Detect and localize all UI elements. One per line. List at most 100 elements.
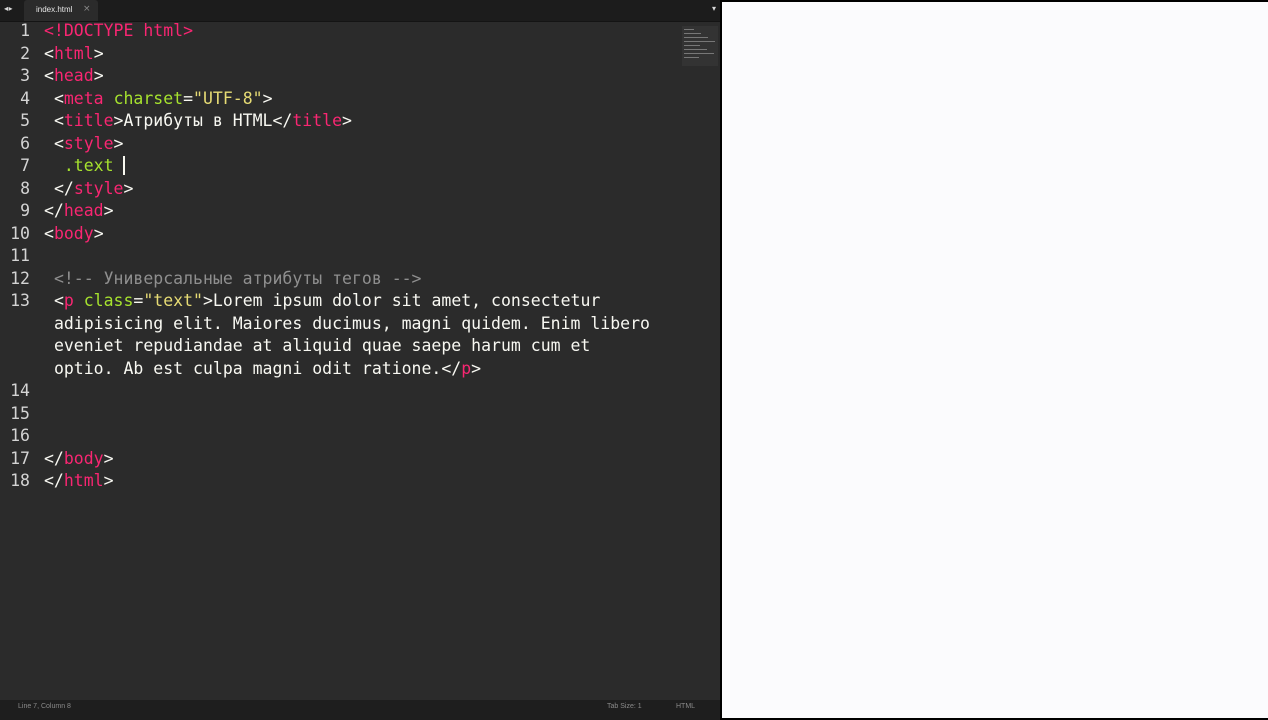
- code-token: </: [44, 178, 74, 198]
- minimap-line: [684, 49, 707, 50]
- line-content: <p class="text">Lorem ipsum dolor sit am…: [44, 290, 674, 380]
- line-number: 9: [20, 201, 30, 220]
- code-token: html: [63, 471, 104, 490]
- line-number: 4: [20, 88, 30, 108]
- tab-bar: ◂ ▸ index.html × ▾: [0, 0, 720, 22]
- line-number: 17: [10, 448, 30, 468]
- tab-navigation-arrows-icon[interactable]: ◂ ▸: [4, 4, 13, 13]
- close-icon[interactable]: ×: [83, 4, 91, 14]
- code-line[interactable]: 4 <meta charset="UTF-8">: [0, 88, 680, 111]
- text-cursor: [123, 156, 126, 175]
- chevron-down-icon[interactable]: ▾: [712, 4, 716, 13]
- code-token: <: [44, 43, 54, 63]
- minimap-line: [684, 29, 694, 30]
- line-number: 2: [20, 43, 30, 63]
- code-line[interactable]: 1 <!DOCTYPE html>: [0, 20, 680, 43]
- code-token: head: [53, 66, 94, 85]
- minimap-line: [684, 45, 700, 46]
- code-line[interactable]: 2 <html>: [0, 43, 680, 66]
- line-number: 10: [10, 223, 30, 243]
- code-line[interactable]: 15: [0, 403, 680, 426]
- code-line[interactable]: 10 <body>: [0, 223, 680, 246]
- code-token: >Атрибуты в HTML</: [113, 111, 293, 130]
- code-token: body: [53, 223, 94, 243]
- code-line[interactable]: 8 </style>: [0, 178, 680, 201]
- code-token: <!-- Универсальные атрибуты тегов -->: [44, 268, 422, 288]
- code-line[interactable]: 11: [0, 245, 680, 268]
- line-number: 16: [10, 426, 30, 445]
- code-token: >: [103, 201, 114, 220]
- line-content: <meta charset="UTF-8">: [44, 88, 674, 111]
- code-token: >: [471, 358, 482, 378]
- line-number: 12: [10, 268, 30, 288]
- line-content: <html>: [44, 43, 674, 66]
- line-number: 11: [10, 246, 30, 265]
- code-area[interactable]: 1 <!DOCTYPE html> 2 <html> 3 <head> 4 <meta ch…: [0, 20, 680, 493]
- code-line[interactable]: 9 </head>: [0, 200, 680, 223]
- line-content: <title>Атрибуты в HTML</title>: [44, 110, 674, 133]
- line-number: 7: [20, 156, 30, 175]
- minimap-line: [684, 57, 699, 58]
- code-token: style: [73, 178, 124, 198]
- line-content: <head>: [44, 65, 674, 88]
- code-token: class: [83, 291, 134, 310]
- line-content: .text: [44, 155, 674, 178]
- code-line[interactable]: 5 <title>Атрибуты в HTML</title>: [0, 110, 680, 133]
- code-token: >: [103, 448, 114, 468]
- syntax-indicator[interactable]: HTML: [676, 703, 695, 710]
- line-content: </html>: [44, 470, 674, 493]
- code-token: title: [63, 111, 114, 130]
- code-token: .text: [63, 156, 114, 175]
- code-editor-window: ◂ ▸ index.html × ▾ 1 <!DOCTYPE html> 2 <htm…: [0, 0, 720, 720]
- minimap-line: [684, 33, 701, 34]
- code-line[interactable]: 13 <p class="text">Lorem ipsum dolor sit…: [0, 290, 680, 380]
- minimap-line: [684, 41, 715, 42]
- code-line[interactable]: 6 <style>: [0, 133, 680, 156]
- line-number: 1: [20, 21, 30, 40]
- code-line[interactable]: 18 </html>: [0, 470, 680, 493]
- line-content: <!DOCTYPE html>: [44, 20, 674, 43]
- code-token: <!DOCTYPE html>: [44, 21, 194, 40]
- line-content: <body>: [44, 223, 674, 246]
- line-number: 15: [10, 403, 30, 423]
- code-token: >: [103, 471, 114, 490]
- browser-preview-pane: [722, 2, 1268, 718]
- code-line[interactable]: 17 </body>: [0, 448, 680, 471]
- code-token: <: [44, 223, 54, 243]
- code-token: </: [44, 448, 64, 468]
- file-tab[interactable]: index.html ×: [24, 0, 98, 21]
- line-number: 6: [20, 133, 30, 153]
- code-line[interactable]: 14: [0, 380, 680, 403]
- code-token: p: [63, 291, 74, 310]
- line-number: 5: [20, 111, 30, 130]
- line-number: 3: [20, 66, 30, 85]
- tab-size-indicator[interactable]: Tab Size: 1: [607, 703, 642, 710]
- line-content: </style>: [44, 178, 674, 201]
- code-line[interactable]: 3 <head>: [0, 65, 680, 88]
- code-token: title: [292, 111, 343, 130]
- code-line[interactable]: 7 .text: [0, 155, 680, 178]
- code-token: p: [461, 358, 472, 378]
- line-number: 18: [10, 471, 30, 490]
- code-line[interactable]: 12 <!-- Универсальные атрибуты тегов -->: [0, 268, 680, 291]
- line-content: </body>: [44, 448, 674, 471]
- file-tab-label: index.html: [36, 5, 73, 14]
- code-line[interactable]: 16: [0, 425, 680, 448]
- code-token: >: [113, 133, 124, 153]
- code-token: </: [44, 201, 64, 220]
- minimap[interactable]: [682, 26, 718, 66]
- minimap-line: [684, 37, 708, 38]
- code-token: </: [44, 471, 64, 490]
- code-token: >: [93, 43, 104, 63]
- code-token: html: [53, 43, 94, 63]
- minimap-line: [684, 53, 714, 54]
- line-content: <style>: [44, 133, 674, 156]
- line-number: 14: [10, 381, 30, 400]
- code-token: head: [63, 201, 104, 220]
- code-token: =: [183, 88, 194, 108]
- code-token: >: [342, 111, 352, 130]
